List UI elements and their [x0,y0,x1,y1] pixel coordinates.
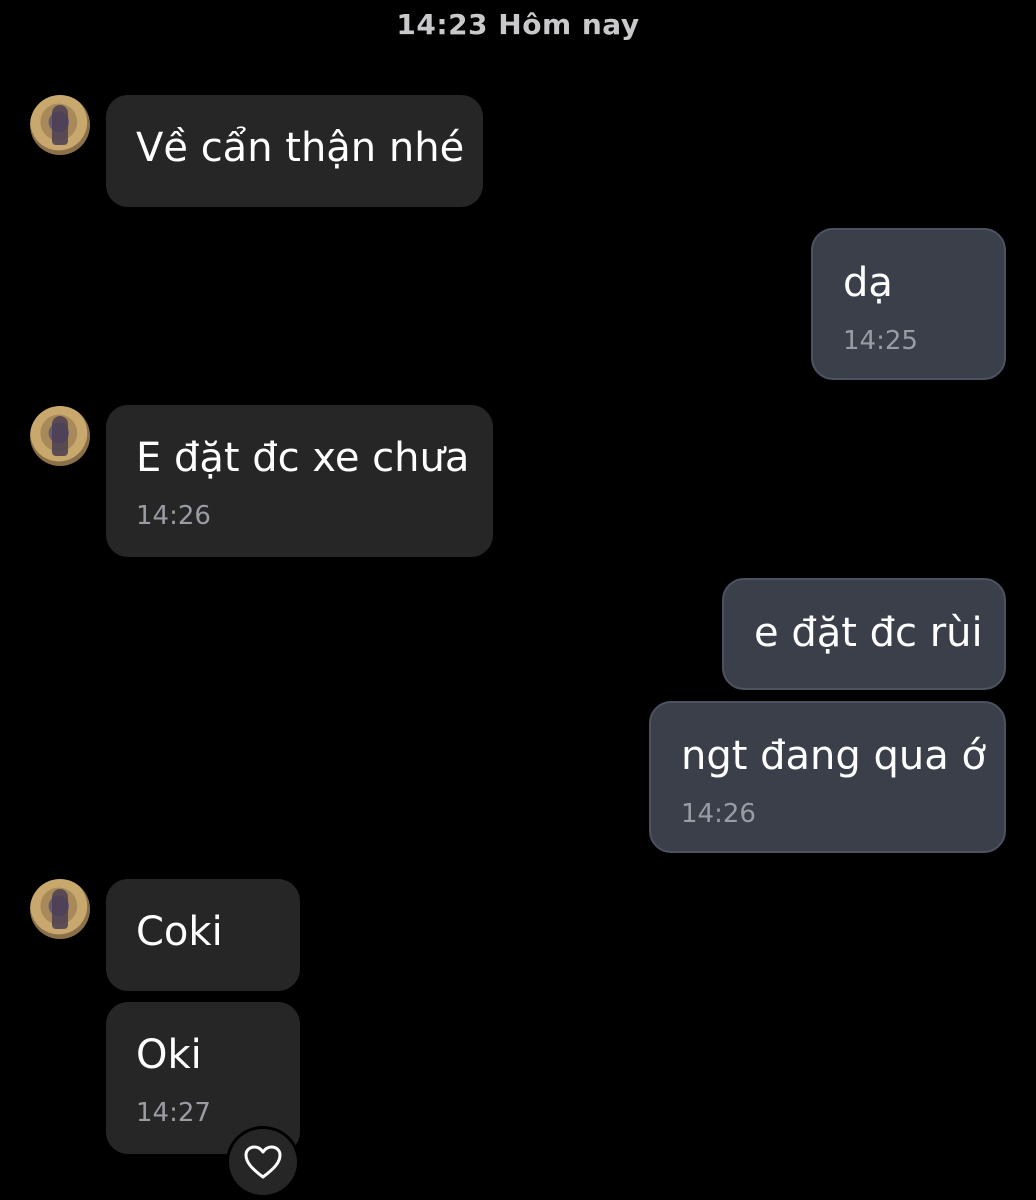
message-text: dạ [843,260,893,306]
message-text: E đặt đc xe chưa [136,435,470,481]
message-bubble-outgoing[interactable]: dạ 14:25 [811,228,1006,380]
message-time: 14:26 [681,799,756,829]
message-bubble-incoming[interactable]: Về cẩn thận nhé [106,95,483,207]
message-bubble-outgoing[interactable]: ngt đang qua ớ 14:26 [649,701,1006,853]
message-text: ngt đang qua ớ [681,733,986,779]
heart-reaction-button[interactable] [226,1126,300,1198]
contact-avatar[interactable] [30,406,90,466]
message-bubble-incoming[interactable]: E đặt đc xe chưa 14:26 [106,405,493,557]
message-time: 14:27 [136,1098,211,1128]
message-text: Về cẩn thận nhé [136,125,465,171]
message-text: Coki [136,909,223,955]
conversation-date-timestamp: 14:23 Hôm nay [396,8,640,41]
message-bubble-incoming[interactable]: Coki [106,879,300,991]
message-bubble-outgoing[interactable]: e đặt đc rùi [722,578,1006,690]
heart-icon [244,1145,282,1179]
contact-avatar[interactable] [30,95,90,155]
message-time: 14:25 [843,326,918,356]
message-text: e đặt đc rùi [754,610,983,656]
message-time: 14:26 [136,501,211,531]
message-text: Oki [136,1032,202,1078]
contact-avatar[interactable] [30,879,90,939]
